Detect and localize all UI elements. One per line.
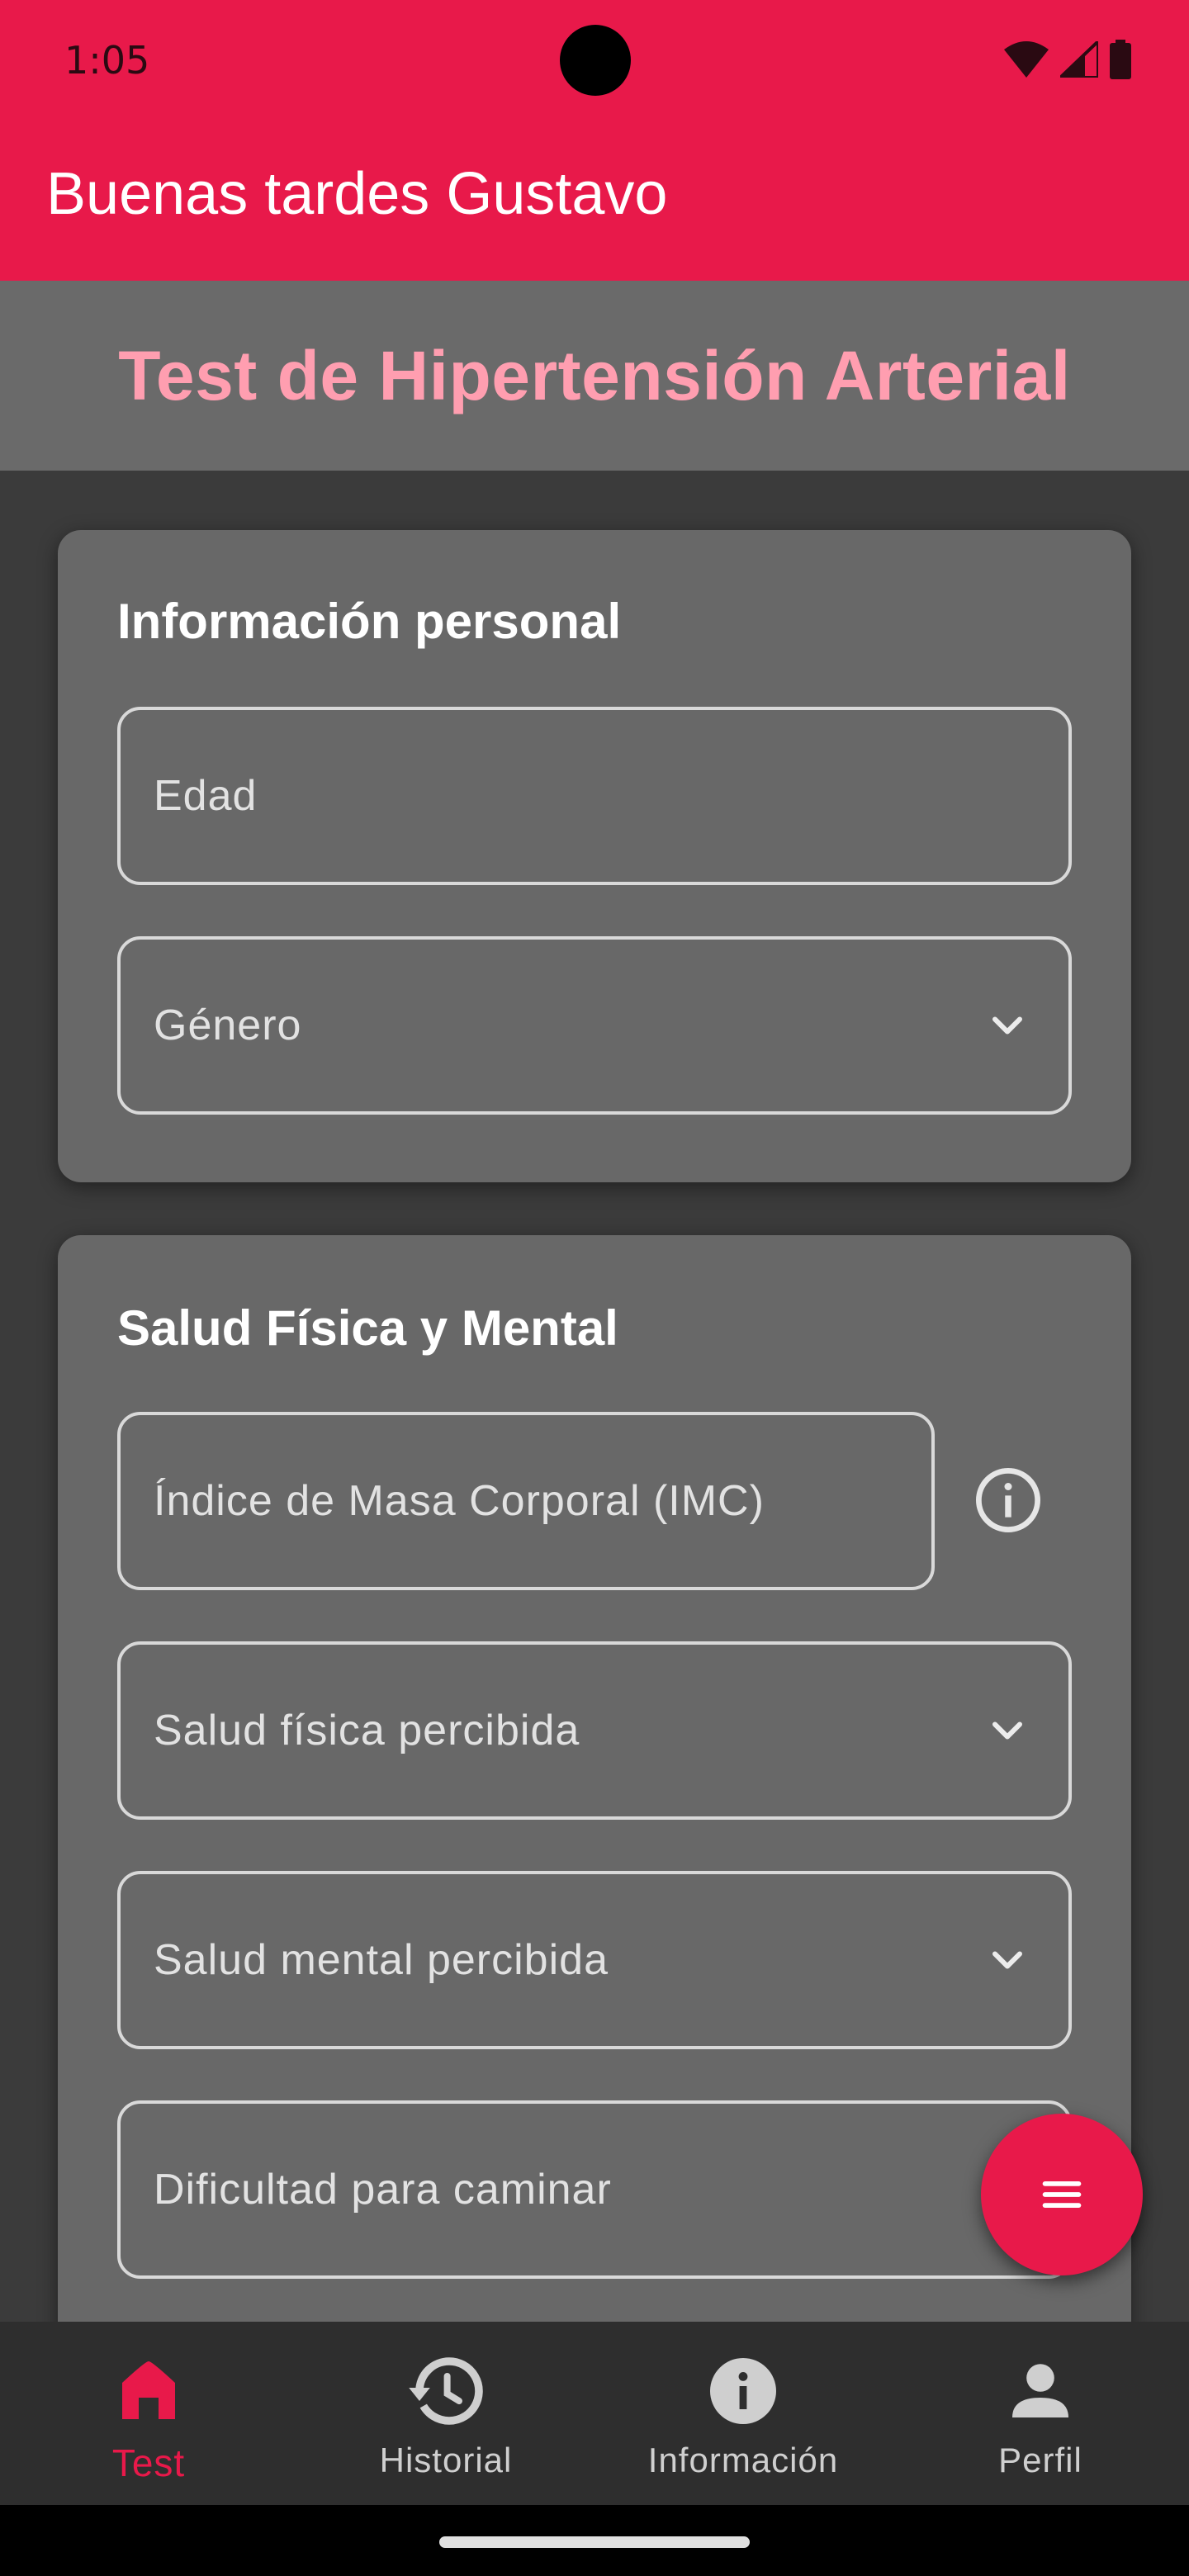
nav-label-information: Información: [647, 2441, 839, 2479]
camera-cutout: [560, 25, 631, 96]
mental-health-label: Salud mental percibida: [154, 1936, 609, 1984]
nav-label-profile: Perfil: [998, 2441, 1082, 2479]
wifi-icon: [1004, 41, 1049, 78]
history-icon: [409, 2357, 483, 2425]
nav-item-profile[interactable]: Perfil: [892, 2322, 1189, 2505]
page-title: Test de Hipertensión Arterial: [118, 336, 1071, 414]
home-gesture-handle[interactable]: [439, 2536, 750, 2548]
menu-icon: [1042, 2181, 1082, 2209]
age-field[interactable]: Edad: [117, 707, 1072, 885]
physical-health-dropdown[interactable]: Salud física percibida: [117, 1641, 1072, 1820]
menu-fab-button[interactable]: [981, 2114, 1143, 2275]
greeting-title: Buenas tardes Gustavo: [46, 161, 668, 227]
status-bar: 1:05: [0, 0, 1189, 119]
bottom-navigation: Test Historial Información Perfil: [0, 2322, 1189, 2505]
home-icon: [122, 2361, 175, 2419]
bmi-field[interactable]: Índice de Masa Corporal (IMC): [117, 1412, 935, 1590]
nav-item-history[interactable]: Historial: [297, 2322, 594, 2505]
app-bar: Buenas tardes Gustavo: [0, 119, 1189, 281]
nav-label-history: Historial: [379, 2441, 513, 2479]
test-banner: Test de Hipertensión Arterial: [0, 281, 1189, 471]
status-time: 1:05: [64, 38, 150, 83]
chevron-down-icon: [992, 1016, 1022, 1035]
health-card-title: Salud Física y Mental: [117, 1300, 618, 1356]
nav-item-test[interactable]: Test: [0, 2322, 297, 2505]
bmi-field-label: Índice de Masa Corporal (IMC): [154, 1477, 765, 1525]
system-gesture-area: [0, 2505, 1189, 2576]
health-card: Salud Física y Mental Índice de Masa Cor…: [58, 1235, 1131, 2391]
signal-icon: [1060, 41, 1098, 78]
physical-health-label: Salud física percibida: [154, 1707, 580, 1754]
bmi-info-icon[interactable]: [971, 1463, 1045, 1537]
gender-dropdown-label: Género: [154, 1002, 302, 1049]
gender-dropdown[interactable]: Género: [117, 936, 1072, 1115]
walking-difficulty-dropdown[interactable]: Dificultad para caminar: [117, 2100, 1072, 2279]
person-icon: [1012, 2364, 1068, 2417]
personal-info-title: Información personal: [117, 594, 622, 649]
age-field-label: Edad: [154, 772, 258, 820]
info-icon: [710, 2358, 776, 2424]
chevron-down-icon: [992, 1721, 1022, 1740]
status-icons: [1004, 40, 1131, 79]
nav-label-test: Test: [111, 2441, 186, 2484]
mental-health-dropdown[interactable]: Salud mental percibida: [117, 1871, 1072, 2049]
personal-info-card: Información personal Edad Género: [58, 530, 1131, 1182]
nav-item-information[interactable]: Información: [594, 2322, 892, 2505]
battery-icon: [1110, 40, 1131, 79]
walking-difficulty-label: Dificultad para caminar: [154, 2166, 612, 2214]
chevron-down-icon: [992, 1951, 1022, 1969]
